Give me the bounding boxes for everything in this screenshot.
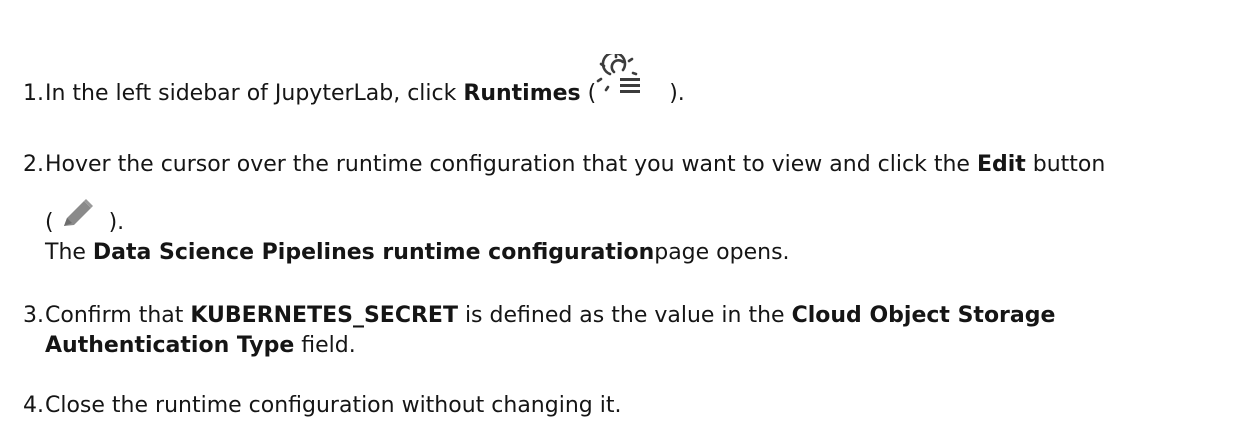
step-text: Hover the cursor over the runtime config… bbox=[45, 152, 1106, 177]
step-text: In the left sidebar of JupyterLab, click… bbox=[45, 54, 685, 110]
step-text: Confirm that KUBERNETES_SECRET is define… bbox=[45, 303, 1056, 328]
secret-value: KUBERNETES_SECRET bbox=[190, 303, 458, 328]
field-name-label: Cloud Object Storage bbox=[791, 303, 1056, 328]
step-text: Close the runtime configuration without … bbox=[45, 393, 622, 418]
runtimes-icon bbox=[596, 54, 641, 93]
pencil-icon bbox=[63, 199, 93, 226]
step-number: 1. bbox=[23, 81, 44, 106]
step-number: 4. bbox=[23, 393, 44, 418]
page-name-label: Data Science Pipelines runtime configura… bbox=[92, 240, 655, 265]
step-number: 3. bbox=[23, 303, 44, 328]
step-number: 2. bbox=[23, 152, 44, 177]
runtimes-label: Runtimes bbox=[463, 81, 581, 106]
edit-label: Edit bbox=[976, 152, 1026, 177]
